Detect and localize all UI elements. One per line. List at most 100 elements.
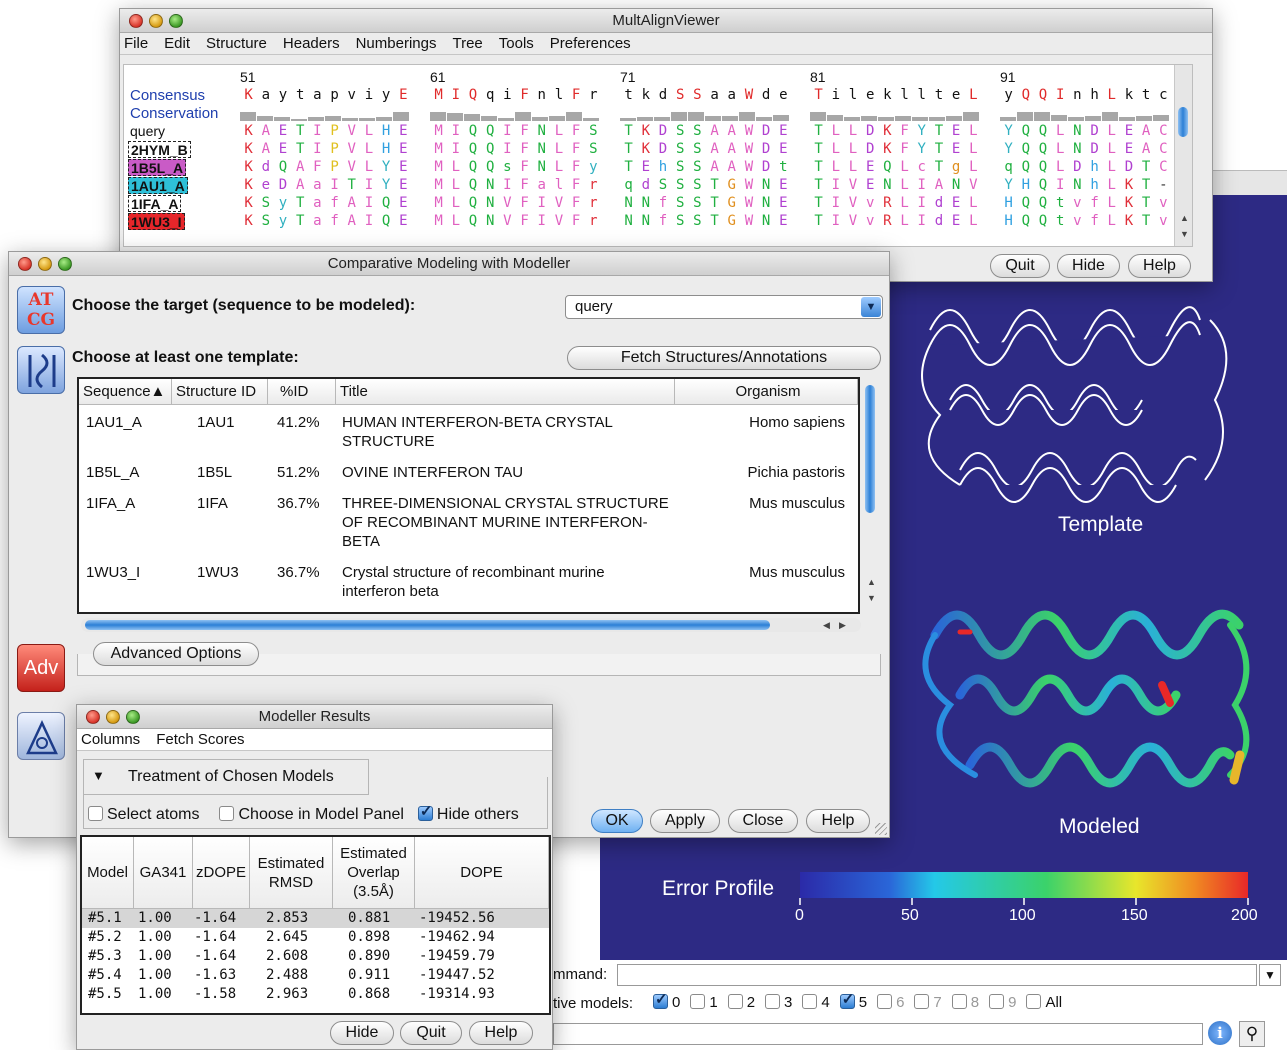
column-header-title[interactable]: Title — [336, 379, 675, 405]
zoom-window-icon[interactable] — [126, 710, 140, 724]
menu-columns[interactable]: Columns — [81, 729, 140, 750]
target-select[interactable]: query ▼ — [565, 295, 883, 319]
model-checkbox[interactable]: 8 — [951, 994, 979, 1011]
sequence-name[interactable]: 2HYM_B — [128, 141, 191, 158]
sequence-row[interactable]: MLQQsFNLFy — [430, 159, 602, 176]
apply-button[interactable]: Apply — [650, 809, 720, 833]
menu-headers[interactable]: Headers — [283, 33, 340, 54]
sequence-name[interactable]: 1AU1_A — [128, 177, 188, 194]
sequence-row[interactable]: MLQNVFIVFr — [430, 195, 602, 212]
scroll-thumb[interactable] — [1178, 107, 1188, 137]
sequence-row[interactable]: KAETIPVLHE — [240, 123, 412, 140]
sequence-row[interactable]: KeDAaITIYE — [240, 177, 412, 194]
checkbox[interactable] — [989, 994, 1005, 1009]
quit-button[interactable]: Quit — [400, 1021, 462, 1045]
menu-preferences[interactable]: Preferences — [550, 33, 631, 54]
menu-fetch-scores[interactable]: Fetch Scores — [156, 729, 244, 750]
sequence-row[interactable]: YHQINhLKT- — [1000, 177, 1172, 194]
quit-button[interactable]: Quit — [990, 254, 1050, 278]
consensus-row[interactable]: KaytapviyE — [240, 87, 412, 104]
help-button[interactable]: Help — [469, 1021, 533, 1045]
column-header-organism[interactable]: Organism — [675, 379, 858, 405]
scroll-down-icon[interactable]: ▼ — [867, 593, 876, 603]
checkbox[interactable] — [727, 994, 743, 1009]
column-header-rmsd[interactable]: Estimated RMSD — [250, 837, 333, 909]
menu-structure[interactable]: Structure — [206, 33, 267, 54]
sequence-name[interactable]: 1WU3_I — [128, 213, 185, 230]
menu-file[interactable]: File — [124, 33, 148, 54]
checkbox[interactable] — [690, 994, 706, 1009]
option-checkbox[interactable]: Select atoms — [88, 806, 199, 823]
sequence-row[interactable]: TLLEQLcTgL — [810, 159, 982, 176]
scroll-up-icon[interactable]: ▲ — [867, 577, 876, 587]
sequence-row[interactable]: TKDSSAAWDE — [620, 123, 792, 140]
alignment-panel[interactable]: Consensus Conservation query 2HYM_B 1B5L_A 1A… — [123, 64, 1193, 247]
minimize-window-icon[interactable] — [149, 14, 163, 28]
sequence-name[interactable]: query — [128, 123, 168, 140]
checkbox[interactable] — [417, 802, 433, 821]
model-checkbox[interactable]: 2 — [727, 994, 755, 1011]
column-header-percent-id[interactable]: %ID — [268, 379, 336, 405]
sequence-row[interactable]: MIQQIFNLFS — [430, 141, 602, 158]
template-table-hscrollbar[interactable]: ◀ ▶ — [81, 618, 861, 632]
sequence-row[interactable]: NNfSSTGWNE — [620, 213, 792, 230]
sequence-row[interactable]: MIQQIFNLFS — [430, 123, 602, 140]
sequence-row[interactable]: YQQLNDLEAC — [1000, 123, 1172, 140]
checkbox[interactable] — [653, 990, 668, 1009]
checkbox[interactable] — [839, 990, 855, 1009]
sequence-row[interactable]: KSyTafAIQE — [240, 195, 412, 212]
checkbox[interactable] — [951, 994, 967, 1009]
zoom-window-icon[interactable] — [58, 257, 72, 271]
menu-edit[interactable]: Edit — [164, 33, 190, 54]
column-header-model[interactable]: Model — [82, 837, 134, 909]
checkbox[interactable] — [802, 994, 818, 1009]
sequence-row[interactable]: TEhSSAAWDt — [620, 159, 792, 176]
sequence-row[interactable]: TIVvRLIdEL — [810, 195, 982, 212]
command-history-dropdown[interactable]: ▼ — [1259, 964, 1281, 986]
command-input[interactable] — [617, 964, 1257, 986]
advanced-options-button[interactable]: Advanced Options — [93, 642, 259, 666]
sequence-name[interactable]: Conservation — [128, 105, 220, 122]
resize-grip[interactable] — [875, 823, 887, 835]
treatment-section-header[interactable]: ▼ Treatment of Chosen Models — [83, 759, 369, 795]
option-checkbox[interactable]: Hide others — [417, 802, 519, 823]
hide-button[interactable]: Hide — [1057, 254, 1120, 278]
model-checkbox[interactable]: 6 — [877, 994, 904, 1011]
sequence-name[interactable]: Consensus — [128, 87, 207, 104]
scroll-down-icon[interactable]: ▼ — [1180, 229, 1189, 239]
menu-numberings[interactable]: Numberings — [356, 33, 437, 54]
sequence-row[interactable]: HQQtvfLKTv — [1000, 213, 1172, 230]
checkbox[interactable] — [765, 994, 781, 1009]
column-header-sequence[interactable]: Sequence▲ — [79, 379, 172, 405]
sequence-row[interactable]: MLQNIFalFr — [430, 177, 602, 194]
sequence-row[interactable]: qQQLDhLDTC — [1000, 159, 1172, 176]
model-checkbox[interactable]: 9 — [989, 994, 1016, 1011]
sequence-row[interactable]: NNfSSTGWNE — [620, 195, 792, 212]
menu-tools[interactable]: Tools — [499, 33, 534, 54]
model-checkbox[interactable]: 4 — [802, 994, 830, 1011]
model-checkbox[interactable]: 1 — [690, 994, 718, 1011]
consensus-row[interactable]: yQQInhLktc — [1000, 87, 1172, 104]
close-window-icon[interactable] — [86, 710, 100, 724]
close-button[interactable]: Close — [728, 809, 798, 833]
minimize-window-icon[interactable] — [38, 257, 52, 271]
option-checkbox[interactable]: Choose in Model Panel — [219, 806, 404, 823]
sequence-row[interactable]: TIVvRLIdEL — [810, 213, 982, 230]
close-window-icon[interactable] — [18, 257, 32, 271]
consensus-row[interactable]: MIQqiFnlFr — [430, 87, 602, 104]
sequence-row[interactable]: TLLDKFYTEL — [810, 123, 982, 140]
checkbox[interactable] — [1026, 994, 1042, 1009]
sequence-row[interactable]: TLLDKFYTEL — [810, 141, 982, 158]
scroll-up-icon[interactable]: ▲ — [1180, 213, 1189, 223]
model-checkbox[interactable]: 7 — [914, 994, 942, 1011]
sequence-row[interactable]: YQQLNDLEAC — [1000, 141, 1172, 158]
column-header-ga341[interactable]: GA341 — [134, 837, 193, 909]
sequence-row[interactable]: KdQAFPVLYE — [240, 159, 412, 176]
zoom-window-icon[interactable] — [169, 14, 183, 28]
scroll-thumb[interactable] — [85, 620, 770, 630]
sequence-name[interactable]: 1IFA_A — [128, 195, 182, 212]
alignment-scrollbar[interactable]: ▲ ▼ — [1174, 65, 1192, 246]
checkbox[interactable] — [219, 806, 235, 821]
sequence-row[interactable]: TIVENLIANV — [810, 177, 982, 194]
sequence-row[interactable]: HQQtvfLKTv — [1000, 195, 1172, 212]
